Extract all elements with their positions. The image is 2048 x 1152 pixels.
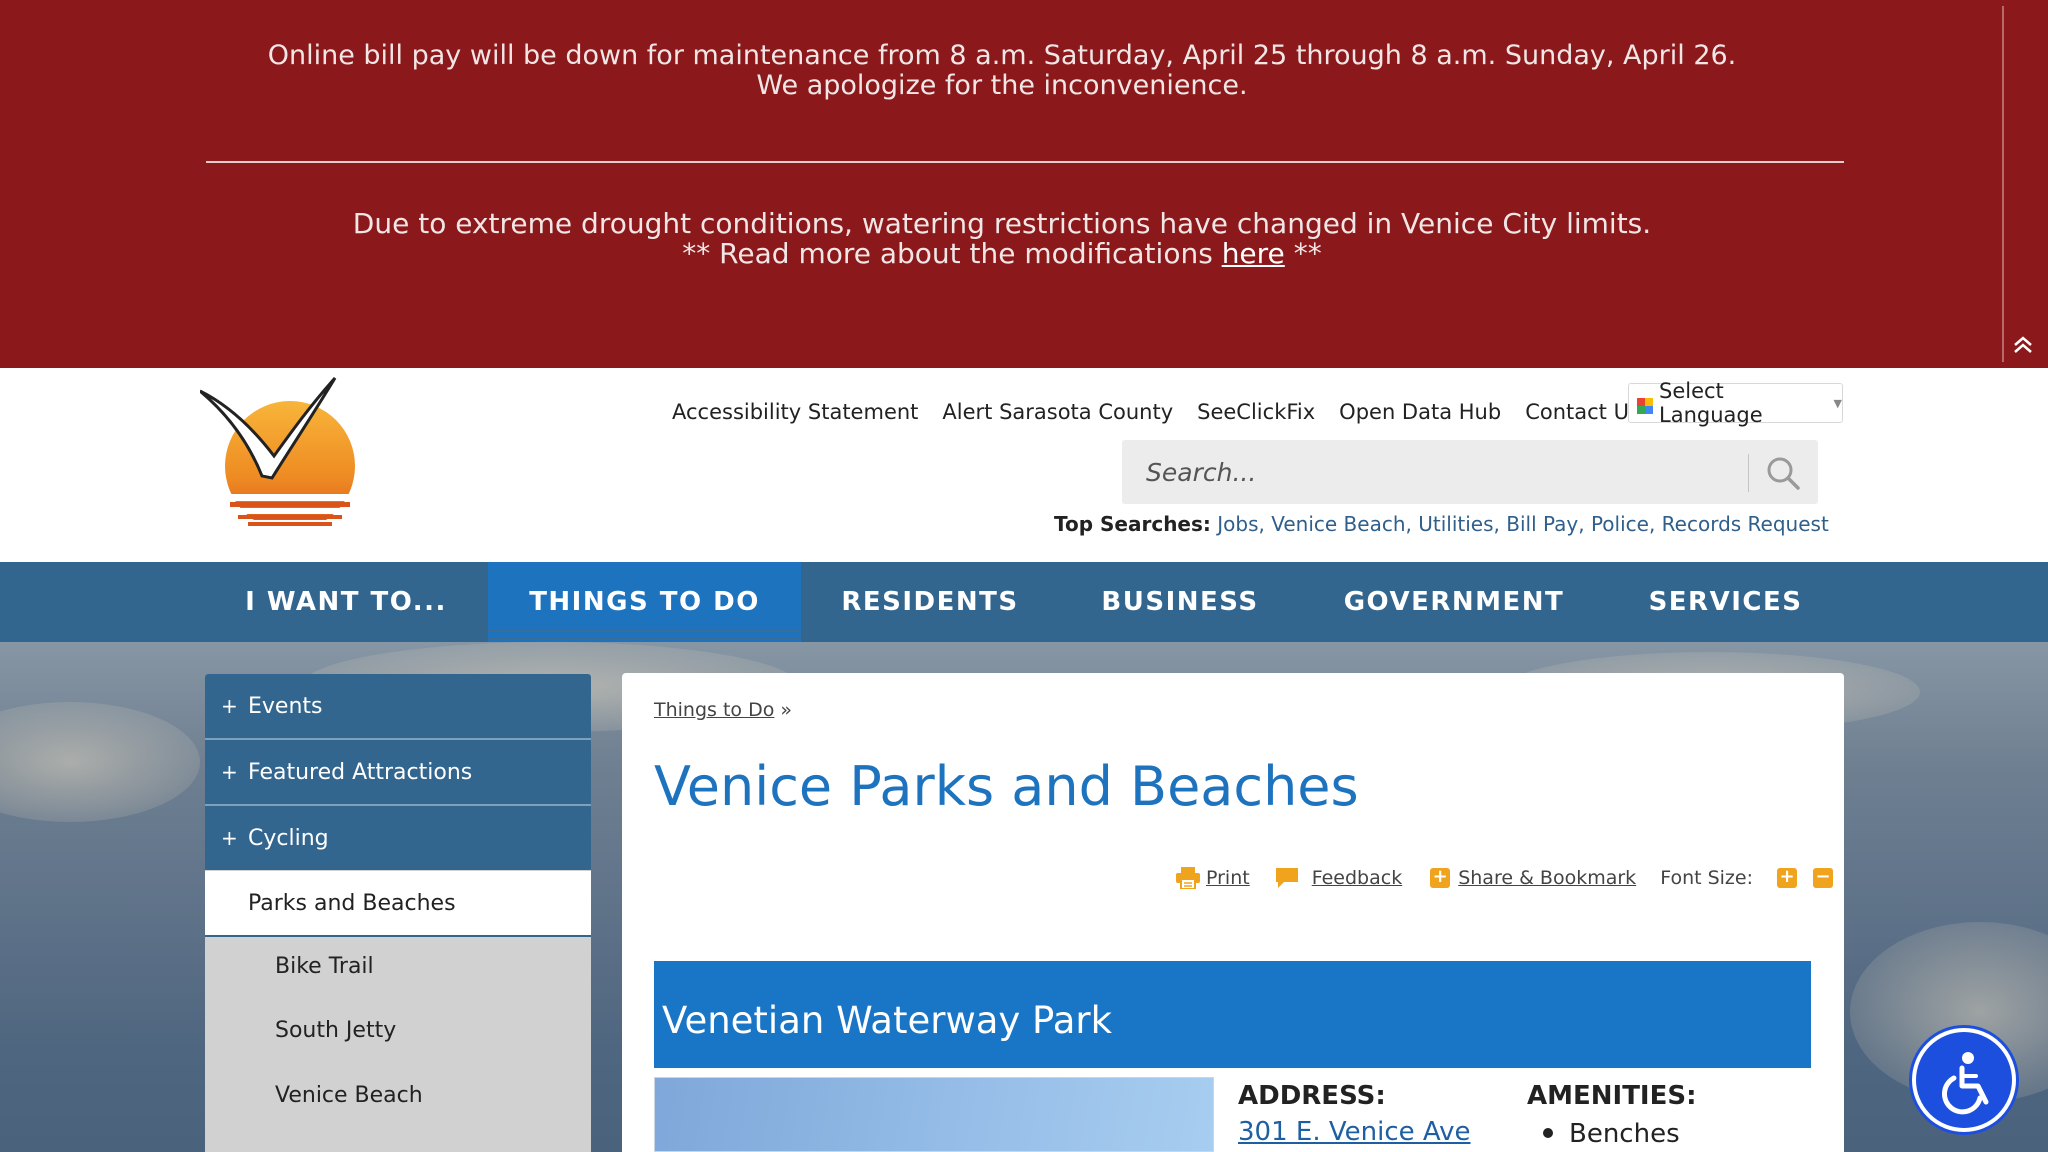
maintenance-alert-line-2: We apologize for the inconvenience.: [756, 70, 1248, 101]
print-button[interactable]: Print: [1176, 867, 1250, 889]
accessibility-wheelchair-icon: [1942, 1052, 1989, 1115]
maintenance-alert-line-1: Online bill pay will be down for mainten…: [267, 40, 1737, 71]
top-search-police[interactable]: Police,: [1591, 512, 1655, 536]
drought-alert-line-2: ** Read more about the modifications her…: [0, 238, 2004, 270]
park-section-header: Venetian Waterway Park: [654, 961, 1811, 1068]
sidebar-item-cycling[interactable]: + Cycling: [205, 806, 591, 870]
search-icon: [1767, 457, 1800, 490]
sidebar-item-label: Parks and Beaches: [248, 890, 456, 916]
address-label: ADDRESS:: [1238, 1081, 1386, 1111]
amenity-label: Benches: [1569, 1119, 1680, 1149]
utility-nav: Accessibility Statement Alert Sarasota C…: [672, 392, 1664, 432]
sidebar-item-label: Featured Attractions: [248, 759, 473, 785]
amenity-item: Benches: [1527, 1119, 1680, 1149]
language-select[interactable]: Select Language ▼: [1628, 379, 1843, 427]
breadcrumb-separator: »: [774, 699, 793, 721]
breadcrumb: Things to Do »: [654, 699, 792, 721]
page-title: Venice Parks and Beaches: [654, 755, 1359, 818]
font-size-increase-button[interactable]: +: [1777, 868, 1797, 888]
alert-sarasota-county-link[interactable]: Alert Sarasota County: [942, 400, 1173, 424]
park-photo: [654, 1077, 1214, 1152]
sidebar-item-parks-and-beaches[interactable]: Parks and Beaches: [205, 871, 591, 937]
print-label: Print: [1206, 867, 1250, 889]
font-size-decrease-button[interactable]: −: [1813, 868, 1833, 888]
nav-business[interactable]: BUSINESS: [1059, 562, 1301, 642]
nav-services[interactable]: SERVICES: [1607, 562, 1844, 642]
venice-logo[interactable]: [199, 376, 652, 550]
background-cloud: [0, 702, 200, 822]
sidebar-subitem-south-jetty[interactable]: South Jetty: [275, 1018, 396, 1043]
alert-banner: Online bill pay will be down for mainten…: [0, 0, 2048, 368]
nav-things-to-do[interactable]: THINGS TO DO: [488, 562, 801, 642]
plus-icon: +: [1430, 868, 1451, 888]
drought-details-link[interactable]: here: [1222, 237, 1285, 270]
dropdown-arrow-icon: ▼: [1833, 396, 1842, 410]
venice-logo-graphic: [199, 377, 360, 550]
seeclickfix-link[interactable]: SeeClickFix: [1197, 400, 1315, 424]
amenities-label: AMENITIES:: [1527, 1081, 1697, 1111]
bullet-icon: [1543, 1127, 1553, 1138]
top-search-utilities[interactable]: Utilities,: [1418, 512, 1500, 536]
top-search-bill-pay[interactable]: Bill Pay,: [1506, 512, 1584, 536]
sidebar-subitem-bike-trail[interactable]: Bike Trail: [275, 954, 374, 979]
top-search-jobs[interactable]: Jobs,: [1217, 512, 1265, 536]
top-searches: Top Searches: Jobs, Venice Beach, Utilit…: [1054, 512, 1829, 536]
nav-government[interactable]: GOVERNMENT: [1303, 562, 1605, 642]
drought-alert-line-1: Due to extreme drought conditions, water…: [352, 207, 1652, 240]
sidebar-item-label: Events: [248, 693, 323, 719]
language-select-label: Select Language: [1659, 379, 1763, 427]
alert-scroll-rule: [2002, 6, 2004, 362]
expand-plus-icon: +: [221, 694, 238, 718]
google-translate-icon: [1637, 395, 1653, 414]
main-navigation: I WANT TO... THINGS TO DO RESIDENTS BUSI…: [0, 562, 2048, 642]
top-search-venice-beach[interactable]: Venice Beach,: [1271, 512, 1412, 536]
search-separator: [1748, 454, 1749, 492]
section-sidebar: + Events + Featured Attractions + Cyclin…: [205, 674, 591, 1152]
top-searches-label: Top Searches:: [1054, 512, 1211, 536]
sidebar-item-label: Cycling: [248, 825, 329, 851]
top-search-records-request[interactable]: Records Request: [1662, 512, 1829, 536]
search-input[interactable]: [1122, 440, 1742, 504]
site-search: [1122, 440, 1818, 504]
drought-alert-suffix: **: [1284, 237, 1322, 270]
contact-us-link[interactable]: Contact Us: [1525, 400, 1640, 424]
share-bookmark-button[interactable]: + Share & Bookmark: [1430, 867, 1636, 889]
search-button[interactable]: [1762, 452, 1804, 494]
share-bookmark-label: Share & Bookmark: [1458, 867, 1637, 889]
feedback-icon: [1275, 868, 1298, 888]
sidebar-item-events[interactable]: + Events: [205, 674, 591, 738]
feedback-button[interactable]: Feedback: [1274, 866, 1402, 890]
open-data-hub-link[interactable]: Open Data Hub: [1339, 400, 1501, 424]
page-tools: Print Feedback + Share & Bookmark Font S…: [1176, 863, 1833, 893]
expand-plus-icon: +: [221, 760, 238, 784]
park-title: Venetian Waterway Park: [662, 999, 1113, 1042]
breadcrumb-things-to-do[interactable]: Things to Do: [654, 699, 774, 721]
address-link[interactable]: 301 E. Venice Ave: [1238, 1117, 1471, 1147]
sidebar-subitem-venice-beach[interactable]: Venice Beach: [275, 1083, 423, 1108]
feedback-label: Feedback: [1311, 867, 1403, 889]
content-card: Things to Do » Venice Parks and Beaches …: [622, 673, 1844, 1152]
collapse-alerts-button[interactable]: [2008, 330, 2038, 360]
accessibility-statement-link[interactable]: Accessibility Statement: [672, 400, 918, 424]
double-chevron-up-icon: [2014, 336, 2032, 353]
font-size-label: Font Size:: [1660, 867, 1753, 889]
print-icon: [1176, 867, 1200, 889]
alert-divider: [206, 161, 1844, 163]
nav-i-want-to[interactable]: I WANT TO...: [206, 562, 486, 642]
sidebar-item-featured-attractions[interactable]: + Featured Attractions: [205, 740, 591, 804]
accessibility-widget-button[interactable]: [1912, 1028, 2016, 1132]
site-header: Accessibility Statement Alert Sarasota C…: [0, 368, 2048, 562]
drought-alert-prefix: ** Read more about the modifications: [682, 237, 1222, 270]
expand-plus-icon: +: [221, 826, 238, 850]
nav-residents[interactable]: RESIDENTS: [803, 562, 1057, 642]
